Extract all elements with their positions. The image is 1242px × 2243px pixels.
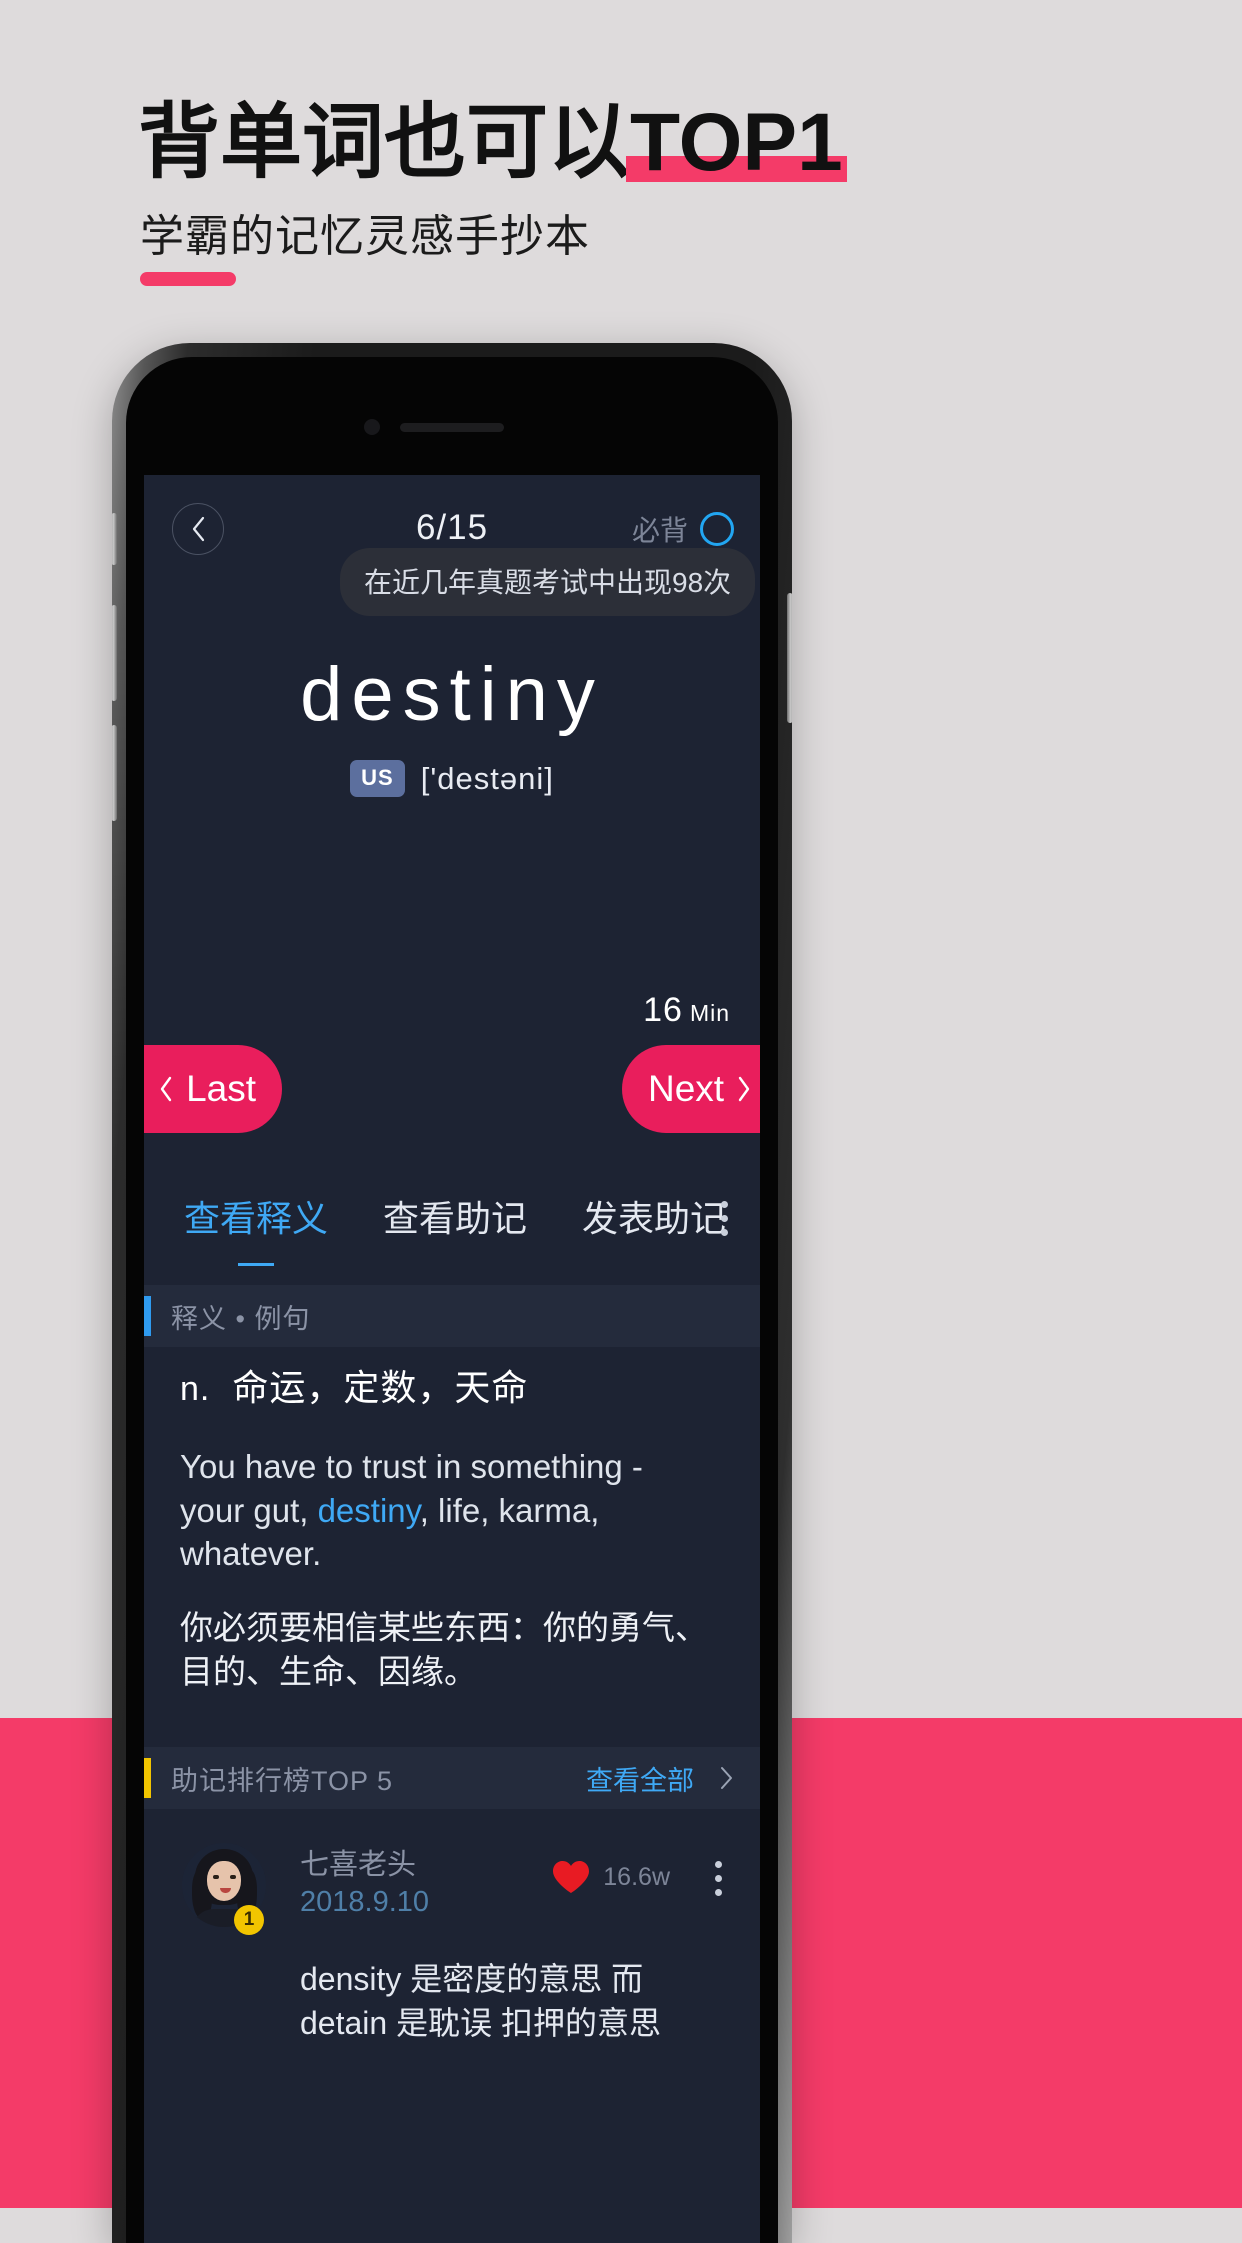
heart-icon[interactable] xyxy=(551,1859,591,1895)
tab-bar: 查看释义 查看助记 发表助记 xyxy=(144,1167,760,1271)
phone-front-camera xyxy=(364,419,380,435)
must-learn-control[interactable]: 必背 xyxy=(632,509,734,549)
phone-volume-down-button xyxy=(112,725,117,821)
last-word-label: Last xyxy=(186,1068,256,1109)
part-of-speech-meaning: n. 命运，定数，天命 xyxy=(180,1359,730,1411)
page-subtitle: 学霸的记忆灵感手抄本 xyxy=(140,212,590,261)
dot xyxy=(721,1201,728,1208)
must-learn-label: 必背 xyxy=(631,515,688,546)
avatar-face xyxy=(207,1861,241,1901)
section-accent-bar xyxy=(144,1758,151,1798)
next-word-label: Next xyxy=(648,1068,725,1109)
app-screen: 6/15 必背 在近几年真题考试中出现98次 destiny US ['dest… xyxy=(144,475,760,2243)
definition-section-title: 释义 • 例句 xyxy=(171,1303,311,1334)
meaning-text: 命运，定数，天命 xyxy=(232,1367,529,1408)
part-of-speech: n. xyxy=(180,1370,211,1408)
page-title: 背单词也可以TOP1 xyxy=(138,97,847,188)
tab-definition[interactable]: 查看释义 xyxy=(184,1190,329,1266)
phone-mockup: 6/15 必背 在近几年真题考试中出现98次 destiny US ['dest… xyxy=(112,343,792,2243)
avatar-eye-right xyxy=(230,1875,236,1879)
page-title-prefix: 背单词也可以 xyxy=(138,97,631,188)
avatar-eye-left xyxy=(213,1875,219,1879)
phone-body: 6/15 必背 在近几年真题考试中出现98次 destiny US ['dest… xyxy=(126,357,778,2243)
active-tab-underline xyxy=(238,1263,274,1266)
like-count: 16.6w xyxy=(603,1862,670,1891)
phonetic-text: ['destəni] xyxy=(420,760,554,796)
example-en-line2-pre: your gut, xyxy=(180,1491,318,1529)
like-control[interactable]: 16.6w xyxy=(551,1859,670,1895)
word-headword: destiny xyxy=(300,652,604,737)
timer-value: 16 xyxy=(643,991,683,1029)
phone-earpiece xyxy=(400,423,504,432)
phone-volume-up-button xyxy=(112,605,117,701)
example-en-line1: You have to trust in something - xyxy=(180,1448,643,1485)
phone-power-button xyxy=(787,593,792,723)
phonetic-row[interactable]: US ['destəni] xyxy=(144,760,760,798)
rank-section-header: 助记排行榜TOP 5 查看全部 xyxy=(144,1747,760,1809)
example-sentence-cn: 你必须要相信某些东西：你的勇气、目的、生命、因缘。 xyxy=(180,1608,708,1690)
dot xyxy=(721,1215,728,1222)
accent-rule xyxy=(140,272,236,286)
accent-badge[interactable]: US xyxy=(350,760,405,798)
vertical-dots-icon[interactable] xyxy=(721,1201,728,1236)
page-title-highlight: TOP1 xyxy=(626,97,847,188)
definition-body: n. 命运，定数，天命 You have to trust in somethi… xyxy=(180,1359,730,1694)
mnemonic-comment-row[interactable]: 1 七喜老头 2018.9.10 16.6w xyxy=(144,1833,760,1953)
circle-toggle-icon[interactable] xyxy=(700,512,734,546)
example-keyword: destiny xyxy=(317,1491,420,1529)
frequency-tooltip: 在近几年真题考试中出现98次 xyxy=(340,548,756,616)
section-accent-bar xyxy=(144,1296,151,1336)
dot xyxy=(715,1889,722,1896)
tab-definition-label: 查看释义 xyxy=(184,1198,329,1239)
study-timer: 16 Min xyxy=(643,991,730,1030)
chevron-right-icon xyxy=(736,1076,751,1102)
tab-post-mnemonic[interactable]: 发表助记 xyxy=(582,1190,726,1248)
avatar[interactable]: 1 xyxy=(182,1843,266,1935)
definition-section-header: 释义 • 例句 xyxy=(144,1285,760,1347)
view-all-link[interactable]: 查看全部 xyxy=(586,1759,694,1798)
rank-section-title: 助记排行榜TOP 5 xyxy=(171,1765,394,1796)
example-sentence-en: You have to trust in something - your gu… xyxy=(180,1445,730,1576)
tab-mnemonic[interactable]: 查看助记 xyxy=(383,1190,527,1248)
mnemonic-comment-text: density 是密度的意思 而 detain 是耽误 扣押的意思 xyxy=(300,1961,661,2042)
dot xyxy=(715,1875,722,1882)
tab-mnemonic-label: 查看助记 xyxy=(383,1198,528,1239)
rank-badge: 1 xyxy=(234,1905,264,1935)
comment-date: 2018.9.10 xyxy=(300,1886,430,1918)
chevron-right-icon[interactable] xyxy=(718,1764,734,1792)
comment-username[interactable]: 七喜老头 xyxy=(300,1841,416,1883)
dot xyxy=(721,1229,728,1236)
last-word-button[interactable]: Last xyxy=(144,1045,282,1133)
vertical-dots-icon[interactable] xyxy=(715,1861,722,1896)
next-word-button[interactable]: Next xyxy=(622,1045,760,1133)
chevron-left-icon xyxy=(159,1076,174,1102)
word-block: destiny US ['destəni] xyxy=(144,651,760,798)
tab-post-mnemonic-label: 发表助记 xyxy=(582,1198,727,1239)
timer-unit: Min xyxy=(689,1000,730,1026)
dot xyxy=(715,1861,722,1868)
phone-silent-switch xyxy=(112,513,117,565)
